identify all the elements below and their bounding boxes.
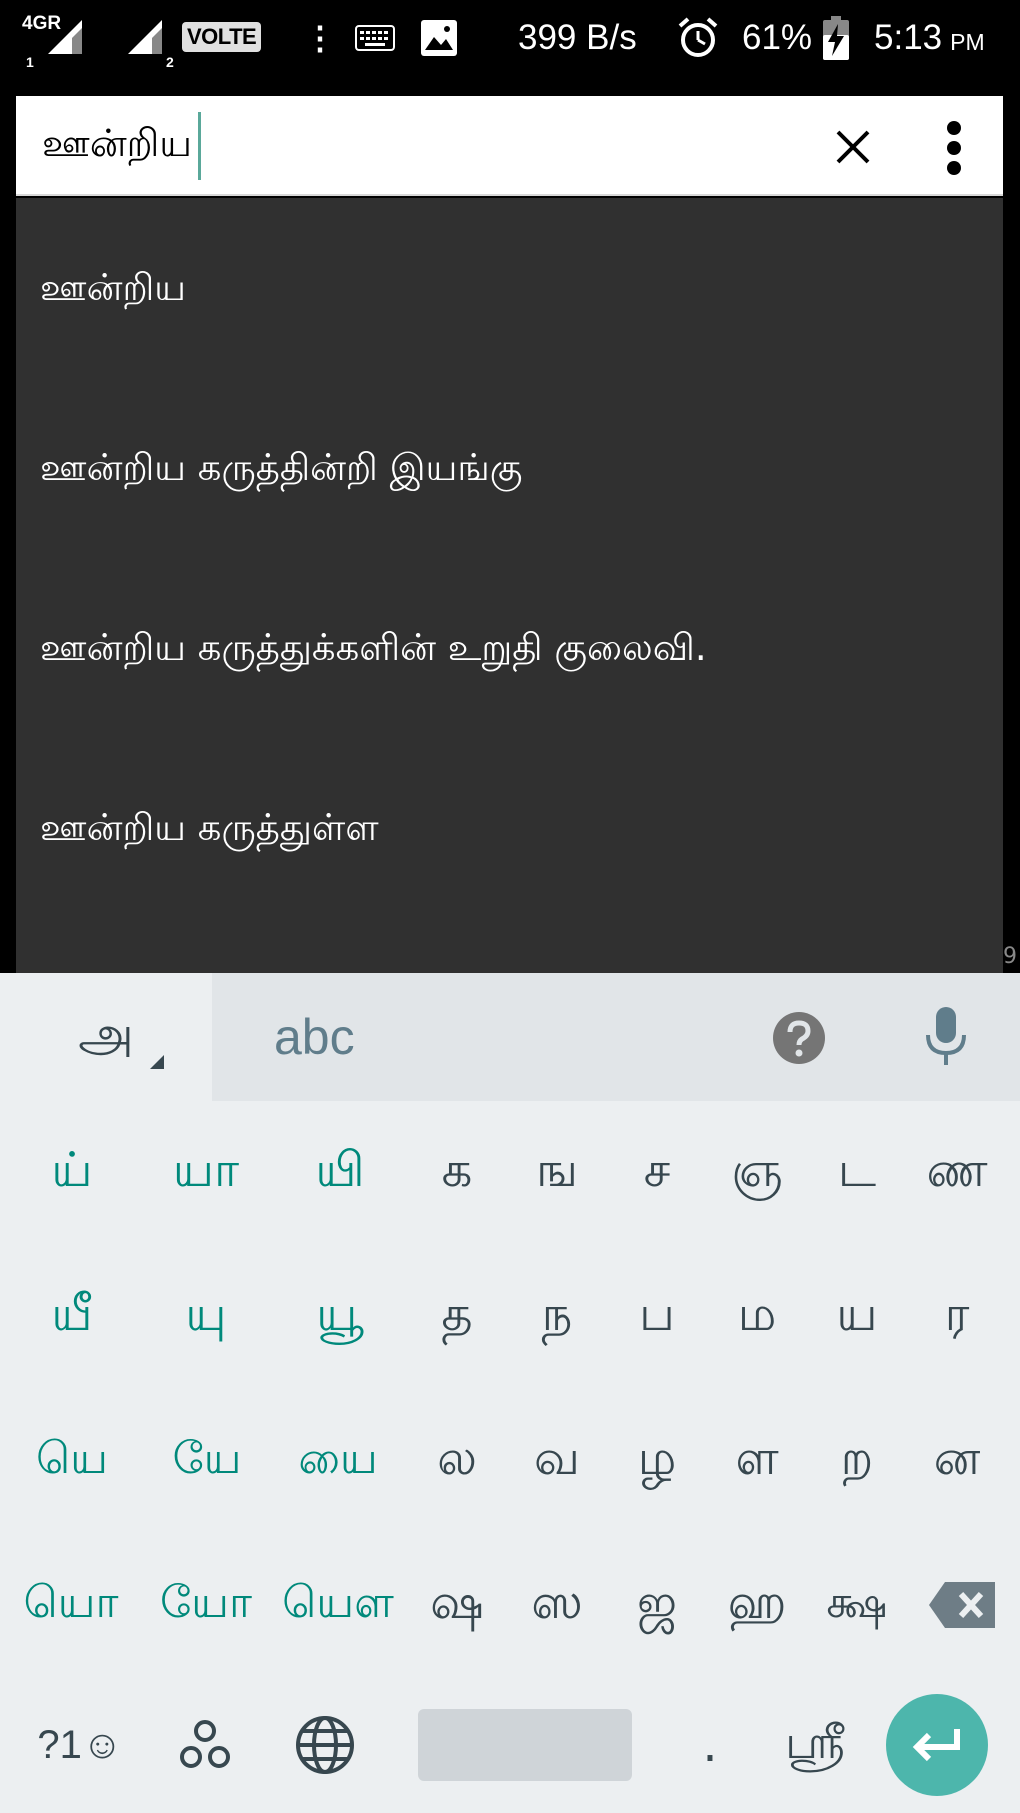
- key[interactable]: ஜ: [607, 1533, 707, 1677]
- suggestion-item[interactable]: ஊன்றிய கருத்தின்றி இயங்கு: [16, 380, 1003, 560]
- keyboard-top-bar: அ abc: [0, 973, 1020, 1101]
- key[interactable]: யே: [146, 1389, 268, 1533]
- suggestion-item[interactable]: ஊன்றிய கருத்துள்ள: [16, 740, 1003, 920]
- key[interactable]: ம: [707, 1245, 807, 1389]
- key[interactable]: ய்: [22, 1101, 122, 1245]
- key[interactable]: வ: [507, 1389, 607, 1533]
- key[interactable]: ய: [807, 1245, 907, 1389]
- key[interactable]: ந: [507, 1245, 607, 1389]
- image-icon: [420, 0, 458, 76]
- key[interactable]: ர: [907, 1245, 1007, 1389]
- key[interactable]: ச: [607, 1101, 707, 1245]
- suggestion-item[interactable]: ஊன்றிய கருத்துக்களின் உறுதி குலைவி.: [16, 560, 1003, 740]
- key[interactable]: ஷ: [407, 1533, 507, 1677]
- clock: 5:13 PM: [874, 0, 985, 76]
- corner-arrow-icon: [150, 1055, 164, 1069]
- key[interactable]: ண: [907, 1101, 1007, 1245]
- key-row-bottom: ?1☺ . ஸ்ரீ: [0, 1677, 1020, 1813]
- dots-icon: [180, 1720, 230, 1768]
- suggestion-list: ஊன்றிய ஊன்றிய கருத்தின்றி இயங்கு ஊன்றிய …: [16, 198, 1003, 973]
- key[interactable]: ள: [707, 1389, 807, 1533]
- sim1-label: 1: [26, 54, 34, 70]
- overflow-dots-icon: ⋮: [304, 20, 336, 56]
- backspace-icon: [929, 1582, 995, 1628]
- clock-time: 5:13: [874, 18, 943, 57]
- key[interactable]: ல: [407, 1389, 507, 1533]
- key[interactable]: யோ: [142, 1533, 270, 1677]
- space-key-bar: [418, 1709, 632, 1781]
- search-bar: ஊன்றிய: [16, 96, 1003, 196]
- language-key-label: அ: [78, 1004, 134, 1063]
- globe-key[interactable]: [275, 1677, 375, 1813]
- key[interactable]: த: [407, 1245, 507, 1389]
- search-input[interactable]: ஊன்றிய: [42, 112, 802, 180]
- key[interactable]: ஸ: [507, 1533, 607, 1677]
- key[interactable]: ஹ: [707, 1533, 807, 1677]
- sim2-label: 2: [166, 54, 174, 70]
- globe-icon: [296, 1716, 354, 1774]
- key[interactable]: ஞ: [707, 1101, 807, 1245]
- enter-icon: [912, 1729, 960, 1762]
- keyboard-suggestion-strip: abc: [212, 973, 1020, 1101]
- battery-percent: 61%: [742, 18, 813, 57]
- language-switch-key[interactable]: அ: [0, 973, 212, 1101]
- key-row-1: ய் யா யி க ங ச ஞ ட ண: [0, 1101, 1020, 1245]
- abc-switch[interactable]: abc: [274, 973, 355, 1101]
- key[interactable]: யொ: [4, 1533, 138, 1677]
- key[interactable]: யு: [152, 1245, 260, 1389]
- clear-button[interactable]: [828, 122, 878, 172]
- screen: 4GR 1 2 VOLTE ⋮ 399 B/s 61% 5:13 PM ஊன்ற…: [0, 0, 1020, 1813]
- mic-icon: [926, 1007, 966, 1065]
- signal-icon: [48, 20, 82, 54]
- key[interactable]: யீ: [22, 1245, 122, 1389]
- key[interactable]: யை: [276, 1389, 400, 1533]
- symbols-key[interactable]: ?1☺: [20, 1677, 140, 1813]
- shri-key[interactable]: ஸ்ரீ: [760, 1677, 870, 1813]
- key-row-4: யொ யோ யௌ ஷ ஸ ஜ ஹ க்ஷ: [0, 1533, 1020, 1677]
- key[interactable]: ற: [807, 1389, 907, 1533]
- keyboard: அ abc ய் யா யி க ங ச ஞ ட ண யீ யு யூ த ந …: [0, 973, 1020, 1813]
- key[interactable]: க்ஷ: [807, 1533, 907, 1677]
- volte-badge: VOLTE: [182, 22, 262, 52]
- keyboard-icon: [355, 0, 395, 76]
- key-row-3: யெ யே யை ல வ ழ ள ற ன: [0, 1389, 1020, 1533]
- key[interactable]: ப: [607, 1245, 707, 1389]
- enter-key-circle: [886, 1694, 988, 1796]
- help-button[interactable]: [772, 1011, 826, 1065]
- clock-ampm: PM: [950, 28, 985, 55]
- key[interactable]: ட: [807, 1101, 907, 1245]
- battery-charging-icon: [822, 0, 850, 76]
- status-bar: 4GR 1 2 VOLTE ⋮ 399 B/s 61% 5:13 PM: [0, 0, 1020, 76]
- space-key[interactable]: [418, 1677, 632, 1813]
- search-query: ஊன்றிய: [42, 121, 192, 165]
- more-vert-icon: [947, 121, 961, 175]
- key-row-2: யீ யு யூ த ந ப ம ய ர: [0, 1245, 1020, 1389]
- enter-key[interactable]: [886, 1677, 988, 1813]
- net-speed: 399 B/s: [518, 18, 637, 57]
- key[interactable]: ன: [907, 1389, 1007, 1533]
- key[interactable]: க: [407, 1101, 507, 1245]
- backspace-key[interactable]: [907, 1533, 1017, 1677]
- help-circle-icon: [773, 1012, 825, 1064]
- key[interactable]: யூ: [290, 1245, 390, 1389]
- key[interactable]: யா: [152, 1101, 260, 1245]
- key[interactable]: யௌ: [274, 1533, 402, 1677]
- mic-button[interactable]: [924, 1005, 968, 1069]
- overflow-menu-button[interactable]: [934, 118, 974, 178]
- signal-icon: [128, 20, 162, 54]
- key[interactable]: யி: [290, 1101, 390, 1245]
- edge-digit: 9: [1003, 944, 1017, 969]
- key[interactable]: ங: [507, 1101, 607, 1245]
- key[interactable]: யெ: [10, 1389, 134, 1533]
- key[interactable]: ழ: [607, 1389, 707, 1533]
- close-icon: [836, 130, 870, 164]
- alarm-icon: [676, 0, 720, 76]
- text-caret: [197, 112, 201, 180]
- suggestion-item[interactable]: ஊன்றிய: [16, 200, 1003, 380]
- period-key[interactable]: .: [660, 1677, 760, 1813]
- dots-key[interactable]: [160, 1677, 250, 1813]
